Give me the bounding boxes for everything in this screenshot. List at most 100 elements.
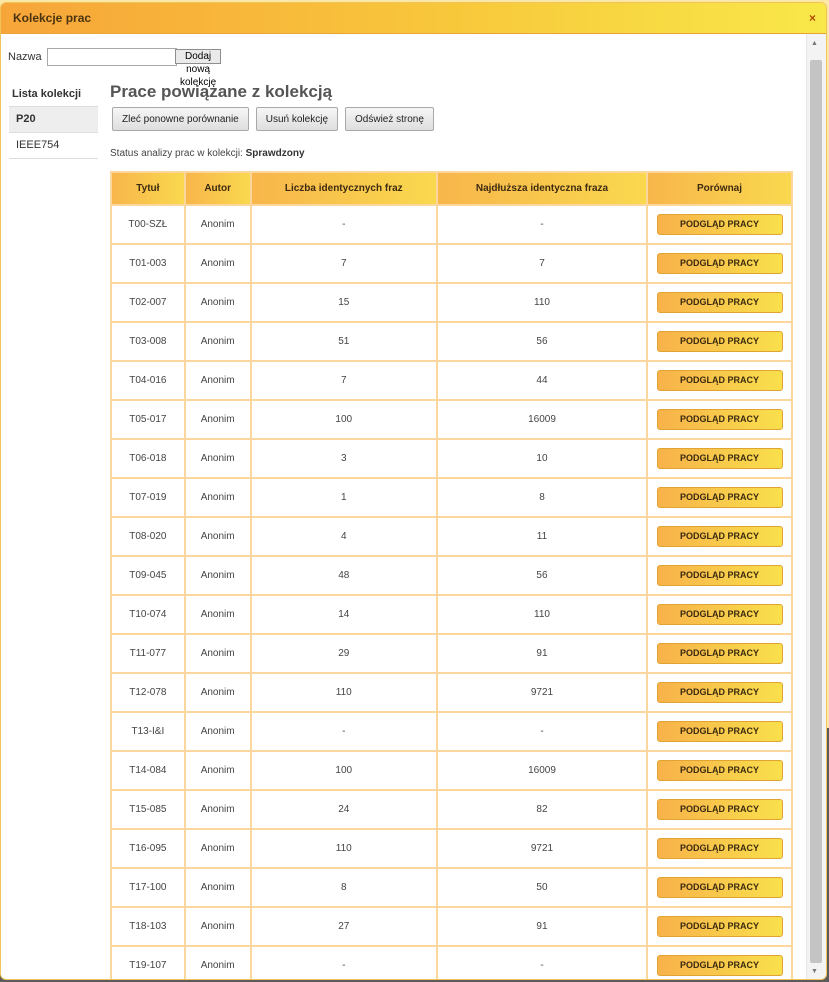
- collection-name-input[interactable]: [47, 48, 177, 66]
- preview-work-button[interactable]: PODGLĄD PRACY: [656, 682, 783, 703]
- cell-author: Anonim: [183, 594, 252, 635]
- works-table: Tytuł Autor Liczba identycznych fraz Naj…: [110, 171, 793, 979]
- preview-work-button[interactable]: PODGLĄD PRACY: [656, 526, 783, 547]
- vertical-scrollbar[interactable]: ▲ ▼: [806, 34, 826, 979]
- preview-work-button[interactable]: PODGLĄD PRACY: [656, 838, 783, 859]
- table-row: T19-107 Anonim - - PODGLĄD PRACY: [110, 945, 793, 979]
- preview-work-button[interactable]: PODGLĄD PRACY: [656, 799, 783, 820]
- page-title: Prace powiązane z kolekcją: [110, 82, 333, 101]
- dialog-titlebar[interactable]: Kolekcje prac ×: [1, 3, 826, 34]
- cell-compare: PODGLĄD PRACY: [646, 438, 793, 479]
- collections-dialog: Kolekcje prac × Nazwa Dodaj nową kolekcj…: [0, 2, 827, 980]
- cell-title: T08-020: [110, 516, 186, 557]
- column-header-identical-phrases[interactable]: Liczba identycznych fraz: [249, 171, 438, 206]
- preview-work-button[interactable]: PODGLĄD PRACY: [656, 370, 783, 391]
- delete-collection-button[interactable]: Usuń kolekcję: [255, 107, 339, 131]
- cell-author: Anonim: [183, 789, 252, 830]
- rerun-comparison-button[interactable]: Zleć ponowne porównanie: [112, 107, 249, 131]
- cell-identical-phrases: 100: [249, 399, 438, 440]
- table-row: T10-074 Anonim 14 110 PODGLĄD PRACY: [110, 594, 793, 635]
- add-collection-button[interactable]: Dodaj nową kolekcję: [175, 49, 222, 88]
- preview-work-button[interactable]: PODGLĄD PRACY: [656, 214, 783, 235]
- table-row: T02-007 Anonim 15 110 PODGLĄD PRACY: [110, 282, 793, 323]
- cell-author: Anonim: [183, 243, 252, 284]
- cell-compare: PODGLĄD PRACY: [646, 789, 793, 830]
- column-header-longest-phrase[interactable]: Najdłuższa identyczna fraza: [435, 171, 649, 206]
- cell-longest-phrase: 91: [435, 633, 649, 674]
- preview-work-button[interactable]: PODGLĄD PRACY: [656, 955, 783, 976]
- cell-longest-phrase: 56: [435, 555, 649, 596]
- cell-compare: PODGLĄD PRACY: [646, 711, 793, 752]
- cell-title: T17-100: [110, 867, 186, 908]
- cell-compare: PODGLĄD PRACY: [646, 360, 793, 401]
- cell-compare: PODGLĄD PRACY: [646, 750, 793, 791]
- table-row: T09-045 Anonim 48 56 PODGLĄD PRACY: [110, 555, 793, 596]
- preview-work-button[interactable]: PODGLĄD PRACY: [656, 487, 783, 508]
- cell-author: Anonim: [183, 945, 252, 979]
- cell-author: Anonim: [183, 672, 252, 713]
- preview-work-button[interactable]: PODGLĄD PRACY: [656, 643, 783, 664]
- cell-compare: PODGLĄD PRACY: [646, 633, 793, 674]
- preview-work-button[interactable]: PODGLĄD PRACY: [656, 916, 783, 937]
- cell-author: Anonim: [183, 477, 252, 518]
- action-toolbar: Zleć ponowne porównanie Usuń kolekcję Od…: [112, 107, 441, 131]
- cell-longest-phrase: 9721: [435, 672, 649, 713]
- scroll-up-icon[interactable]: ▲: [811, 40, 818, 47]
- cell-author: Anonim: [183, 516, 252, 557]
- cell-identical-phrases: 3: [249, 438, 438, 479]
- cell-longest-phrase: 16009: [435, 750, 649, 791]
- table-row: T06-018 Anonim 3 10 PODGLĄD PRACY: [110, 438, 793, 479]
- sidebar-item-ieee754[interactable]: IEEE754: [9, 133, 98, 159]
- cell-title: T11-077: [110, 633, 186, 674]
- collection-name-label: Nazwa: [8, 51, 42, 63]
- cell-longest-phrase: 110: [435, 594, 649, 635]
- cell-compare: PODGLĄD PRACY: [646, 906, 793, 947]
- preview-work-button[interactable]: PODGLĄD PRACY: [656, 604, 783, 625]
- table-row: T00-SZŁ Anonim - - PODGLĄD PRACY: [110, 204, 793, 245]
- dialog-title: Kolekcje prac: [13, 11, 92, 25]
- cell-title: T03-008: [110, 321, 186, 362]
- cell-title: T04-016: [110, 360, 186, 401]
- scroll-down-icon[interactable]: ▼: [811, 968, 818, 975]
- cell-identical-phrases: 15: [249, 282, 438, 323]
- preview-work-button[interactable]: PODGLĄD PRACY: [656, 877, 783, 898]
- preview-work-button[interactable]: PODGLĄD PRACY: [656, 331, 783, 352]
- cell-author: Anonim: [183, 321, 252, 362]
- cell-identical-phrases: 110: [249, 672, 438, 713]
- cell-title: T18-103: [110, 906, 186, 947]
- preview-work-button[interactable]: PODGLĄD PRACY: [656, 292, 783, 313]
- cell-title: T05-017: [110, 399, 186, 440]
- close-icon[interactable]: ×: [809, 11, 816, 25]
- preview-work-button[interactable]: PODGLĄD PRACY: [656, 721, 783, 742]
- table-row: T11-077 Anonim 29 91 PODGLĄD PRACY: [110, 633, 793, 674]
- cell-title: T01-003: [110, 243, 186, 284]
- preview-work-button[interactable]: PODGLĄD PRACY: [656, 760, 783, 781]
- cell-identical-phrases: 100: [249, 750, 438, 791]
- preview-work-button[interactable]: PODGLĄD PRACY: [656, 409, 783, 430]
- cell-title: T10-074: [110, 594, 186, 635]
- preview-work-button[interactable]: PODGLĄD PRACY: [656, 565, 783, 586]
- status-value: Sprawdzony: [245, 148, 305, 159]
- cell-longest-phrase: 110: [435, 282, 649, 323]
- refresh-page-button[interactable]: Odśwież stronę: [345, 107, 434, 131]
- cell-compare: PODGLĄD PRACY: [646, 282, 793, 323]
- column-header-title[interactable]: Tytuł: [110, 171, 186, 206]
- dialog-content: Nazwa Dodaj nową kolekcję Lista kolekcji…: [1, 34, 808, 979]
- cell-title: T12-078: [110, 672, 186, 713]
- cell-identical-phrases: 29: [249, 633, 438, 674]
- cell-compare: PODGLĄD PRACY: [646, 477, 793, 518]
- cell-author: Anonim: [183, 906, 252, 947]
- table-row: T13-I&I Anonim - - PODGLĄD PRACY: [110, 711, 793, 752]
- preview-work-button[interactable]: PODGLĄD PRACY: [656, 253, 783, 274]
- cell-author: Anonim: [183, 282, 252, 323]
- sidebar-item-p20[interactable]: P20: [9, 107, 98, 133]
- preview-work-button[interactable]: PODGLĄD PRACY: [656, 448, 783, 469]
- cell-identical-phrases: 51: [249, 321, 438, 362]
- scrollbar-thumb[interactable]: [810, 60, 822, 963]
- cell-longest-phrase: 7: [435, 243, 649, 284]
- cell-longest-phrase: 44: [435, 360, 649, 401]
- cell-compare: PODGLĄD PRACY: [646, 399, 793, 440]
- cell-identical-phrases: 27: [249, 906, 438, 947]
- cell-title: T00-SZŁ: [110, 204, 186, 245]
- column-header-author[interactable]: Autor: [183, 171, 252, 206]
